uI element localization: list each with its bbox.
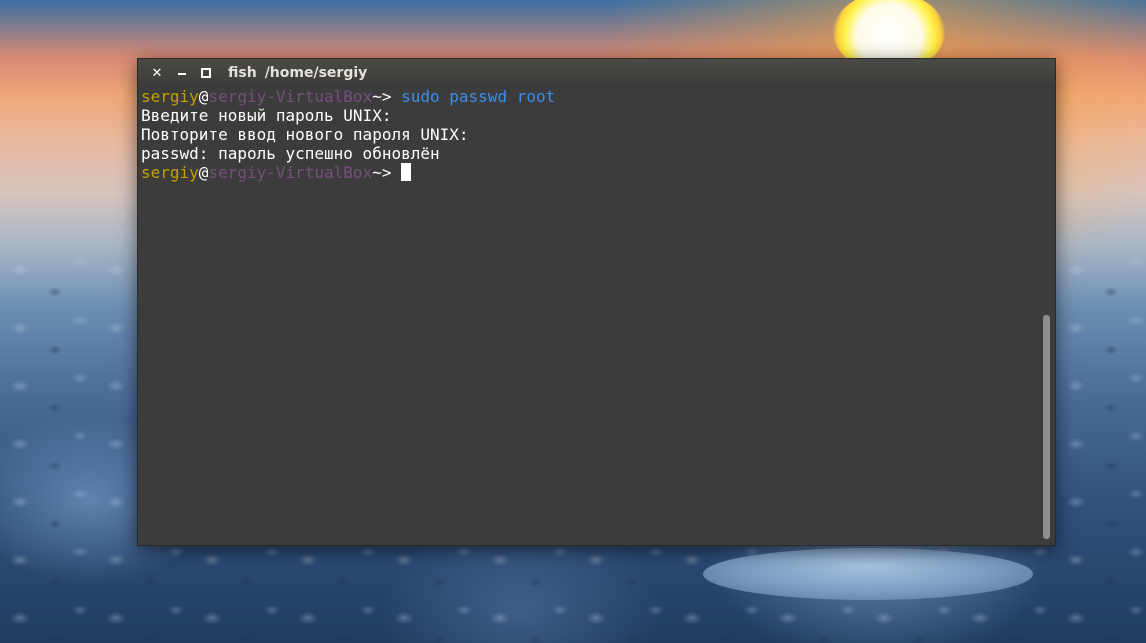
prompt-symbol: > xyxy=(381,163,402,182)
prompt-user: sergiy xyxy=(141,163,199,182)
window-title: fish/home/sergiy xyxy=(228,65,367,81)
terminal-window[interactable]: ✕ fish/home/sergiy sergiy@sergiy-Virtual… xyxy=(137,58,1056,546)
output-line: passwd: пароль успешно обновлён xyxy=(141,144,440,163)
prompt-host: sergiy-VirtualBox xyxy=(208,87,373,106)
title-bar[interactable]: ✕ fish/home/sergiy xyxy=(138,59,1055,87)
prompt-at: @ xyxy=(198,163,209,182)
prompt-line: sergiy@sergiy-VirtualBox~> sudo passwd r… xyxy=(141,87,1036,106)
maximize-icon[interactable] xyxy=(198,64,214,82)
minimize-icon[interactable] xyxy=(174,64,190,82)
output-line: Введите новый пароль UNIX: xyxy=(141,106,392,125)
prompt-user: sergiy xyxy=(141,87,199,106)
command-text: sudo passwd root xyxy=(401,87,556,106)
text-cursor xyxy=(401,163,412,181)
wallpaper-stone xyxy=(703,548,1033,600)
output-line: Повторите ввод нового пароля UNIX: xyxy=(141,125,469,144)
prompt-cwd: ~ xyxy=(372,163,382,182)
terminal-output[interactable]: sergiy@sergiy-VirtualBox~> sudo passwd r… xyxy=(141,87,1036,539)
prompt-cwd: ~ xyxy=(372,87,382,106)
prompt-line: sergiy@sergiy-VirtualBox~> xyxy=(141,163,1036,182)
prompt-symbol: > xyxy=(381,87,402,106)
prompt-at: @ xyxy=(198,87,209,106)
window-title-path: /home/sergiy xyxy=(264,65,368,81)
window-title-app: fish xyxy=(228,65,257,81)
scrollbar[interactable] xyxy=(1043,315,1050,539)
close-icon[interactable]: ✕ xyxy=(149,64,165,82)
prompt-host: sergiy-VirtualBox xyxy=(208,163,373,182)
